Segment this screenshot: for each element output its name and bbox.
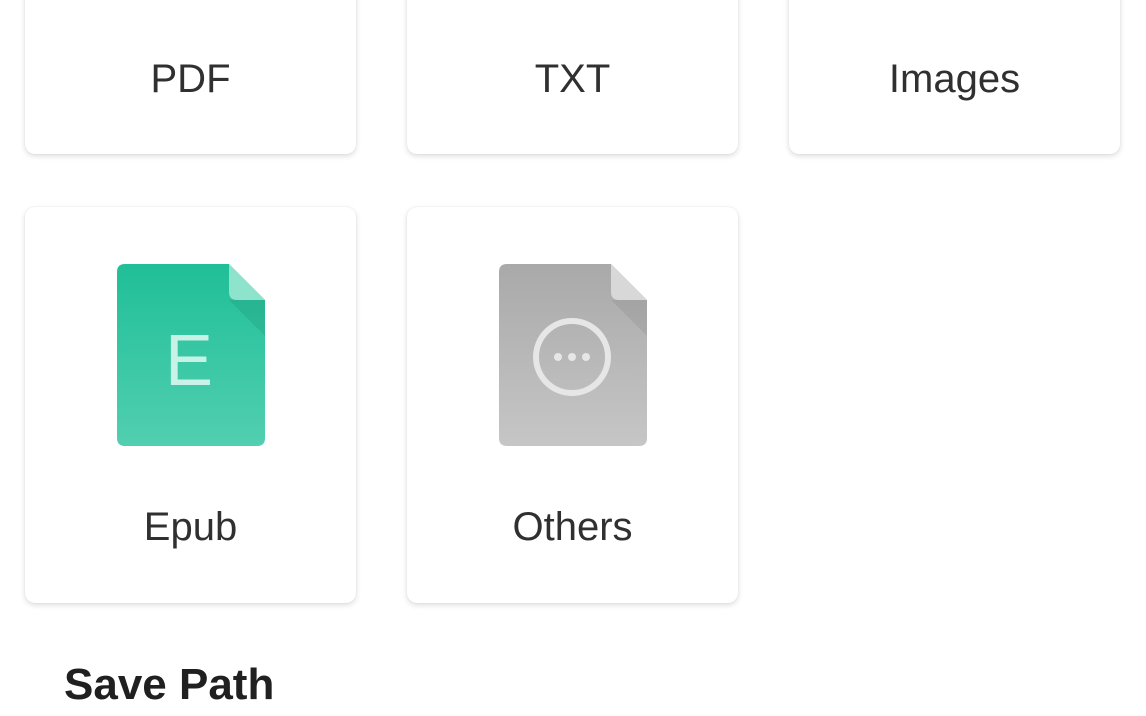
file-type-label: Epub	[143, 505, 238, 549]
more-file-icon	[499, 264, 647, 446]
save-path-title: Save Path	[64, 660, 275, 709]
file-type-card-epub[interactable]: E Epub	[25, 207, 356, 603]
file-type-card-txt[interactable]: TXT	[407, 0, 738, 154]
file-type-label: Others	[512, 505, 633, 549]
file-type-card-images[interactable]: Images	[789, 0, 1120, 154]
svg-text:E: E	[165, 321, 213, 401]
file-type-card-others[interactable]: Others	[407, 207, 738, 603]
file-type-screen: PDF TXT Images E Epub Others Save Path	[0, 0, 1146, 716]
epub-file-icon: E	[117, 264, 265, 446]
file-type-label: Images	[888, 57, 1021, 101]
file-type-label: TXT	[534, 57, 611, 101]
file-type-card-pdf[interactable]: PDF	[25, 0, 356, 154]
file-type-label: PDF	[150, 57, 231, 101]
